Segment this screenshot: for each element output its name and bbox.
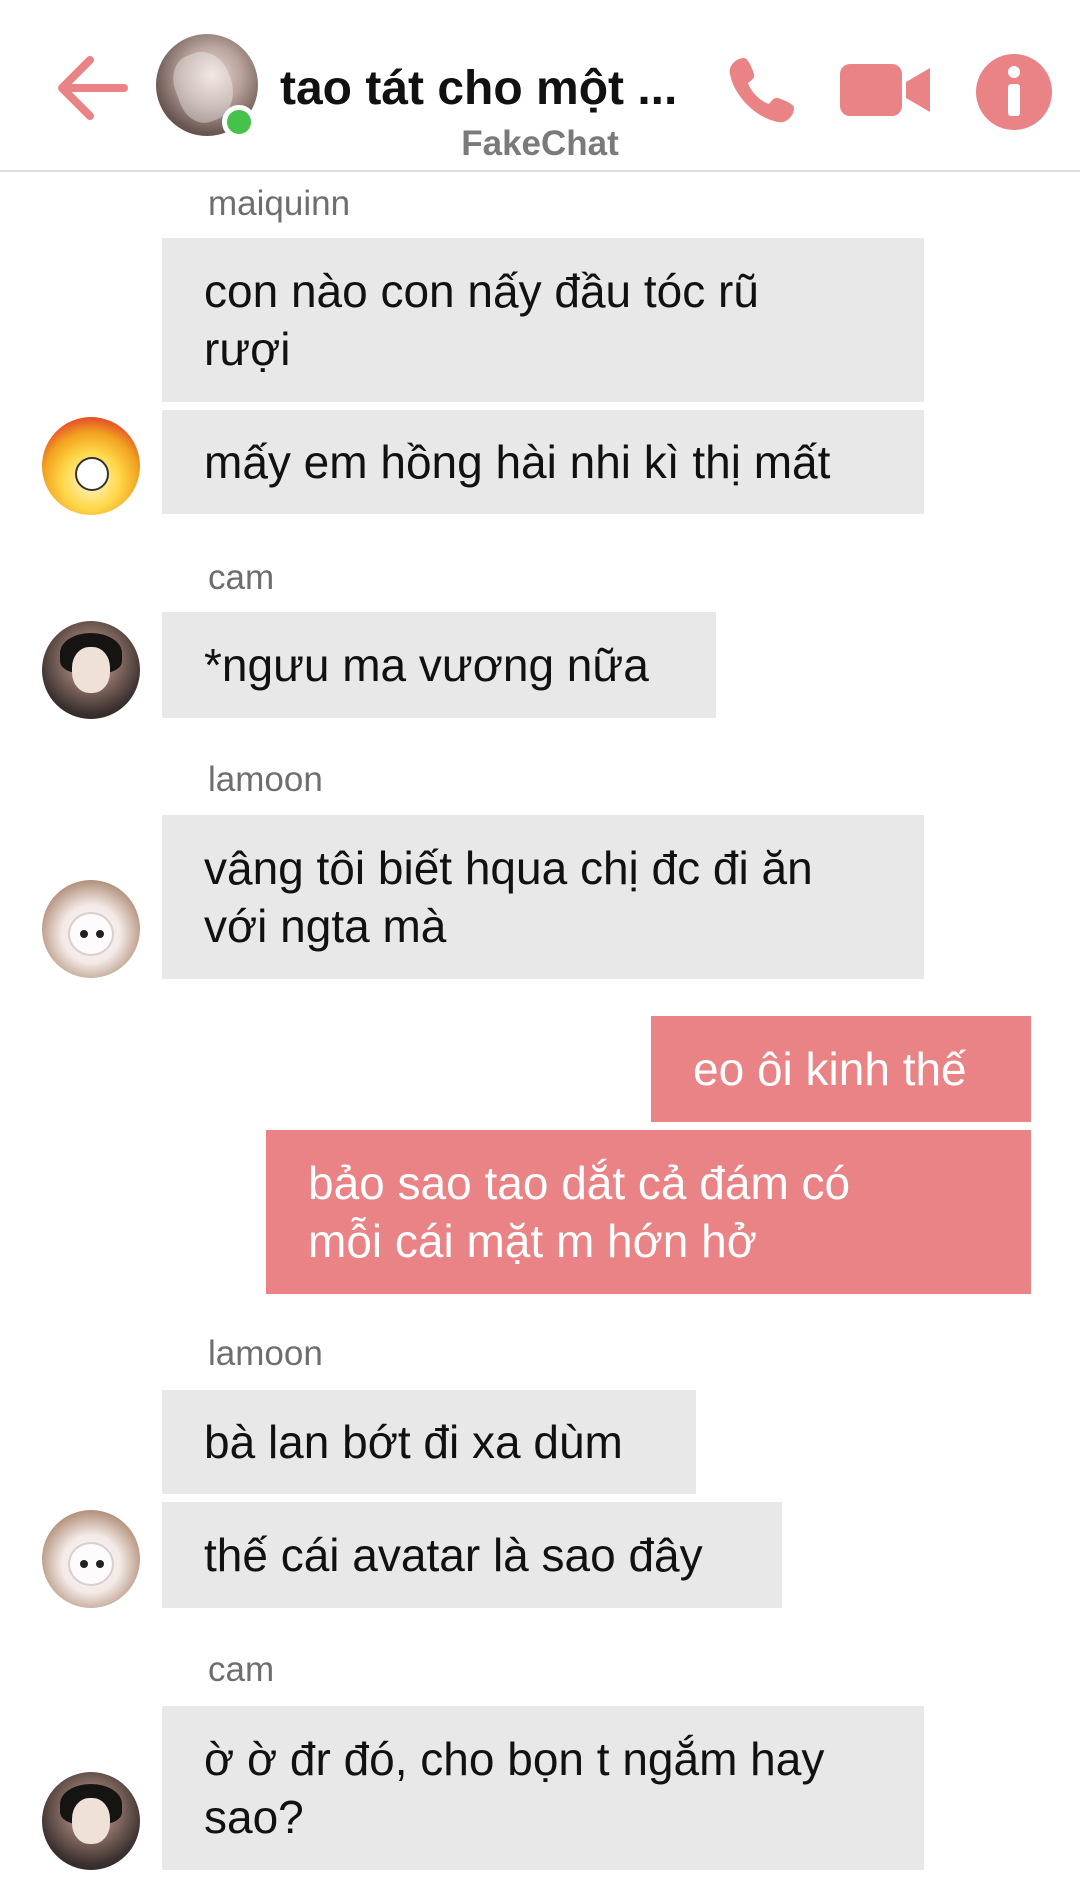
sender-avatar-cam[interactable] (42, 621, 140, 719)
message-line: ờ ờ đr đó, cho bọn t ngắm hay (204, 1733, 825, 1785)
sender-avatar-cam[interactable] (42, 1772, 140, 1870)
phone-icon[interactable] (724, 52, 800, 128)
sender-name: cam (208, 558, 275, 597)
message-bubble-outgoing[interactable]: eo ôi kinh thế (651, 1016, 1031, 1122)
sender-name: cam (208, 1650, 275, 1689)
message-bubble-incoming[interactable]: mấy em hồng hài nhi kì thị mất (162, 410, 924, 514)
sender-avatar-lamoon[interactable] (42, 1510, 140, 1608)
message-line: eo ôi kinh thế (693, 1043, 967, 1095)
message-line: sao? (204, 1791, 304, 1843)
message-bubble-outgoing[interactable]: bảo sao tao dắt cả đám có mỗi cái mặt m … (266, 1130, 1031, 1294)
message-line: bảo sao tao dắt cả đám có (308, 1157, 851, 1209)
message-line: bà lan bớt đi xa dùm (204, 1416, 623, 1468)
message-bubble-incoming[interactable]: ờ ờ đr đó, cho bọn t ngắm hay sao? (162, 1706, 924, 1870)
message-line: vâng tôi biết hqua chị đc đi ăn (204, 842, 813, 894)
sender-avatar-lamoon[interactable] (42, 880, 140, 978)
info-icon[interactable] (974, 52, 1054, 132)
message-line: mấy em hồng hài nhi kì thị mất (204, 436, 831, 488)
message-bubble-incoming[interactable]: *ngưu ma vương nữa (162, 612, 716, 718)
message-bubble-incoming[interactable]: bà lan bớt đi xa dùm (162, 1390, 696, 1494)
message-bubble-incoming[interactable]: con nào con nấy đầu tóc rũ rượi (162, 238, 924, 402)
message-line: *ngưu ma vương nữa (204, 639, 649, 691)
sender-name: maiquinn (208, 184, 351, 223)
message-line: thế cái avatar là sao đây (204, 1529, 703, 1581)
sender-name: lamoon (208, 760, 323, 799)
message-line: con nào con nấy đầu tóc rũ (204, 265, 759, 317)
back-arrow-icon[interactable] (52, 48, 132, 128)
chat-title[interactable]: tao tát cho một ... (280, 56, 700, 122)
chat-header: tao tát cho một ... FakeChat (0, 0, 1080, 172)
chat-subtitle: FakeChat (461, 124, 619, 163)
sender-avatar-maiquinn[interactable] (42, 417, 140, 515)
sender-name: lamoon (208, 1334, 323, 1373)
video-camera-icon[interactable] (838, 58, 932, 122)
online-status-dot (222, 105, 256, 139)
message-line: với ngta mà (204, 900, 447, 952)
message-line: mỗi cái mặt m hớn hở (308, 1215, 757, 1267)
message-bubble-incoming[interactable]: thế cái avatar là sao đây (162, 1502, 782, 1608)
message-bubble-incoming[interactable]: vâng tôi biết hqua chị đc đi ăn với ngta… (162, 815, 924, 979)
message-line: rượi (204, 323, 291, 375)
